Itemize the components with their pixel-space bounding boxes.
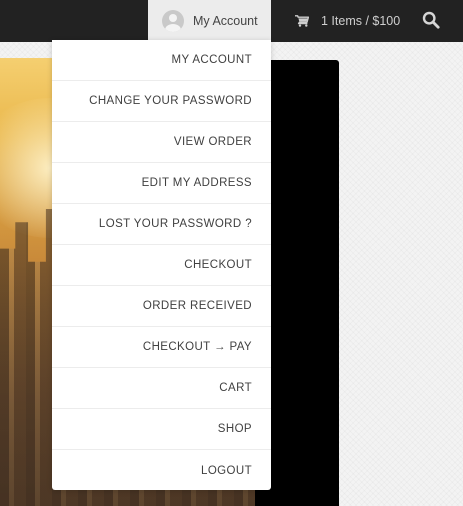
my-account-toggle[interactable]: My Account [148,0,271,42]
cart-icon [295,15,309,27]
menu-item-view-order[interactable]: VIEW ORDER [52,122,271,163]
menu-item-checkout-pay[interactable]: CHECKOUT → PAY [52,327,271,368]
menu-item-my-account[interactable]: MY ACCOUNT [52,40,271,81]
top-bar: My Account 1 Items / $100 [0,0,463,42]
my-account-label: My Account [193,14,258,28]
menu-item-edit-my-address[interactable]: EDIT MY ADDRESS [52,163,271,204]
cart-summary: 1 Items / $100 [321,14,401,28]
menu-item-checkout[interactable]: CHECKOUT [52,245,271,286]
menu-item-change-your-password[interactable]: CHANGE YOUR PASSWORD [52,81,271,122]
user-avatar-icon [162,10,184,32]
menu-item-order-received[interactable]: ORDER RECEIVED [52,286,271,327]
account-dropdown-menu: MY ACCOUNT CHANGE YOUR PASSWORD VIEW ORDER… [52,40,271,490]
menu-item-shop[interactable]: SHOP [52,409,271,450]
menu-item-cart[interactable]: CART [52,368,271,409]
menu-item-lost-your-password[interactable]: LOST YOUR PASSWORD ? [52,204,271,245]
menu-item-logout[interactable]: LOGOUT [52,450,271,491]
cart-link[interactable]: 1 Items / $100 [295,0,400,42]
search-icon[interactable] [422,11,440,29]
